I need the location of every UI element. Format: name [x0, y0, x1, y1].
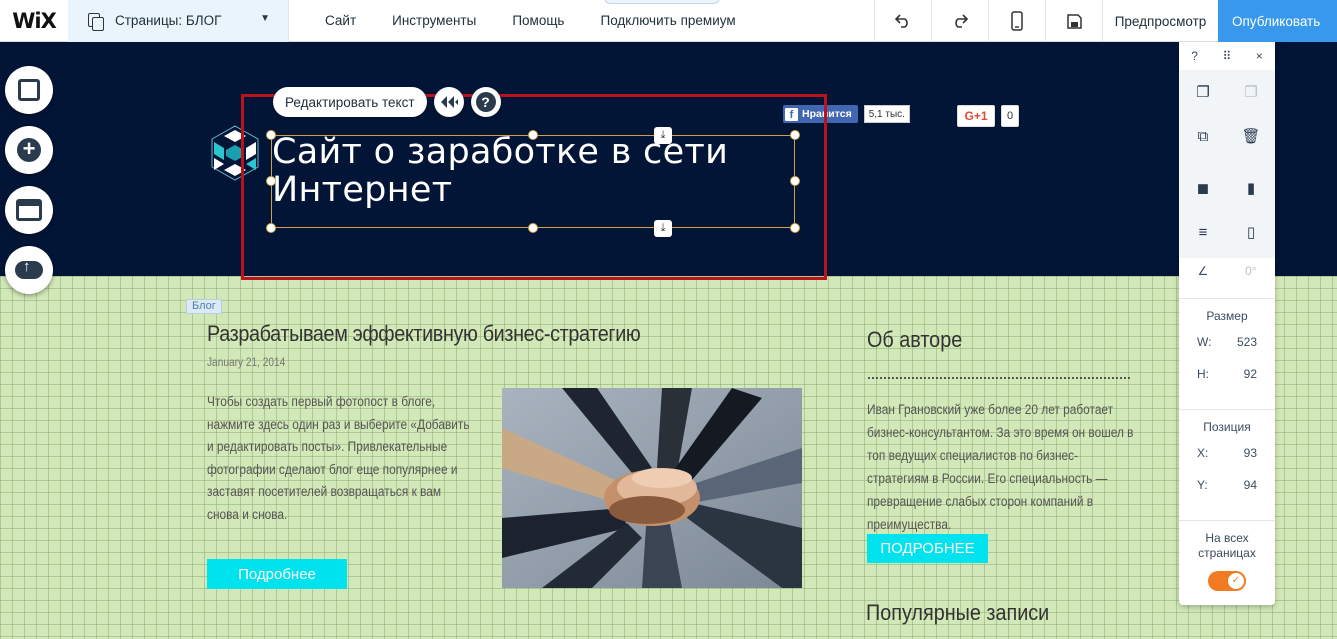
post-read-more-button[interactable]: Подробнее: [207, 559, 347, 589]
mobile-icon: [1011, 11, 1023, 31]
position-label: Позиция: [1203, 420, 1251, 434]
post-title[interactable]: Разрабатываем эффективную бизнес-стратег…: [207, 321, 641, 347]
copy-icon[interactable]: ❐: [1191, 80, 1215, 104]
resize-handle-left[interactable]: [266, 176, 276, 186]
pages-dropdown[interactable]: Страницы: БЛОГ ▼: [68, 0, 289, 42]
gplus-count: 0: [1001, 105, 1019, 127]
rotation-section: ∠ 0°: [1179, 258, 1275, 298]
menu-help[interactable]: Помощь: [512, 13, 564, 28]
anchor-top-icon[interactable]: ⤓: [654, 127, 672, 144]
selection-box[interactable]: [271, 135, 795, 228]
x-label: X:: [1197, 446, 1209, 460]
rotate-icon[interactable]: ∠: [1197, 264, 1208, 278]
post-date: January 21, 2014: [207, 357, 286, 369]
arrange-icon[interactable]: ◼: [1191, 176, 1215, 200]
plus-icon: +: [17, 138, 41, 162]
about-divider: [868, 377, 1130, 379]
about-text: Иван Грановский уже более 20 лет работае…: [867, 402, 1134, 532]
menu-premium[interactable]: Подключить премиум: [600, 13, 735, 28]
y-label: Y:: [1197, 478, 1208, 492]
publish-button[interactable]: Опубликовать: [1218, 0, 1337, 42]
width-label: W:: [1197, 335, 1212, 349]
resize-handle-top[interactable]: [528, 130, 538, 140]
square-icon: [18, 79, 40, 101]
left-toolbar: +: [5, 66, 53, 306]
wix-logo[interactable]: WiX: [0, 0, 68, 42]
mobile-view-button[interactable]: [988, 0, 1045, 42]
show-on-all-pages-label: На всех страницах: [1198, 531, 1256, 560]
help-button[interactable]: ?: [470, 87, 501, 117]
pages-icon: [88, 12, 104, 31]
resize-handle-right[interactable]: [790, 176, 800, 186]
menu-site[interactable]: Сайт: [325, 13, 356, 28]
preview-button[interactable]: Предпросмотр: [1102, 0, 1218, 42]
duplicate-icon[interactable]: ⧉: [1191, 124, 1215, 148]
redo-button[interactable]: [931, 0, 988, 42]
redo-icon: [955, 14, 968, 28]
undo-button[interactable]: [874, 0, 931, 42]
about-title[interactable]: Об авторе: [867, 327, 962, 353]
editor-topbar: WiX Страницы: БЛОГ ▼ Сайт Инструменты По…: [0, 0, 1337, 42]
main-menu: Сайт Инструменты Помощь Подключить преми…: [289, 0, 754, 42]
height-label: H:: [1197, 367, 1209, 381]
blog-section-tag[interactable]: Блог: [186, 299, 222, 314]
show-on-all-pages-section: На всех страницах: [1179, 520, 1275, 601]
cloud-upload-icon: [15, 258, 43, 279]
x-input[interactable]: 93: [1244, 446, 1257, 460]
y-input[interactable]: 94: [1244, 478, 1257, 492]
panel-close-icon[interactable]: ×: [1256, 49, 1263, 63]
store-icon: [16, 199, 42, 221]
background-button[interactable]: [5, 66, 53, 114]
tab-notch: [604, 0, 720, 4]
pages-label: Страницы: БЛОГ: [115, 13, 222, 28]
app-market-button[interactable]: [5, 186, 53, 234]
animation-icon: [440, 96, 458, 108]
menu-tools[interactable]: Инструменты: [392, 13, 476, 28]
upload-button[interactable]: [5, 246, 53, 294]
position-section: Позиция X: 93 Y: 94: [1179, 409, 1275, 520]
post-excerpt: Чтобы создать первый фотопост в блоге, н…: [207, 394, 470, 522]
gplus-button[interactable]: G+1: [957, 105, 995, 127]
help-icon: ?: [475, 92, 496, 112]
distribute-icon[interactable]: ≡: [1191, 220, 1215, 244]
animation-button[interactable]: [433, 87, 464, 117]
match-size-icon[interactable]: ▯: [1239, 220, 1263, 244]
resize-handle-tr[interactable]: [790, 130, 800, 140]
rotation-value[interactable]: 0°: [1245, 264, 1256, 278]
layout-panel: ? ⠿ × ❐ ❐ ⧉ 🗑 ◼ ▮ ≡ ▯ ∠ 0° Размер W: 523 …: [1179, 42, 1275, 605]
width-input[interactable]: 523: [1237, 335, 1257, 349]
paste-icon: ❐: [1244, 84, 1258, 101]
panel-actions: ❐ ❐ ⧉ 🗑 ◼ ▮ ≡ ▯: [1179, 70, 1275, 258]
topbar-tools: Предпросмотр Опубликовать: [874, 0, 1337, 42]
resize-handle-tl[interactable]: [266, 130, 276, 140]
undo-icon: [895, 14, 908, 28]
resize-handle-bl[interactable]: [266, 223, 276, 233]
save-button[interactable]: [1045, 0, 1102, 42]
anchor-bottom-icon[interactable]: ⤓: [654, 220, 672, 237]
show-on-all-pages-toggle[interactable]: [1208, 571, 1246, 591]
post-photo-hands[interactable]: [502, 388, 802, 588]
add-button[interactable]: +: [5, 126, 53, 174]
popular-posts-title[interactable]: Популярные записи: [866, 600, 1049, 626]
element-toolbar: Редактировать текст ?: [273, 87, 501, 117]
delete-icon[interactable]: 🗑: [1239, 124, 1263, 148]
resize-handle-bottom[interactable]: [528, 223, 538, 233]
save-icon: [1066, 13, 1082, 29]
panel-help-icon[interactable]: ?: [1191, 49, 1198, 63]
chevron-down-icon: ▼: [260, 12, 270, 24]
size-label: Размер: [1206, 309, 1248, 323]
edit-text-button[interactable]: Редактировать текст: [273, 87, 427, 117]
resize-handle-br[interactable]: [790, 223, 800, 233]
panel-header: ? ⠿ ×: [1179, 42, 1275, 70]
panel-drag-handle-icon[interactable]: ⠿: [1222, 49, 1231, 63]
fb-like-count: 5,1 тыс.: [863, 105, 910, 123]
google-plus-widget[interactable]: G+1 0: [957, 105, 1019, 127]
size-section: Размер W: 523 H: 92: [1179, 298, 1275, 409]
height-input[interactable]: 92: [1244, 367, 1257, 381]
align-icon[interactable]: ▮: [1239, 176, 1263, 200]
about-read-more-button[interactable]: ПОДРОБНЕЕ: [867, 534, 988, 563]
